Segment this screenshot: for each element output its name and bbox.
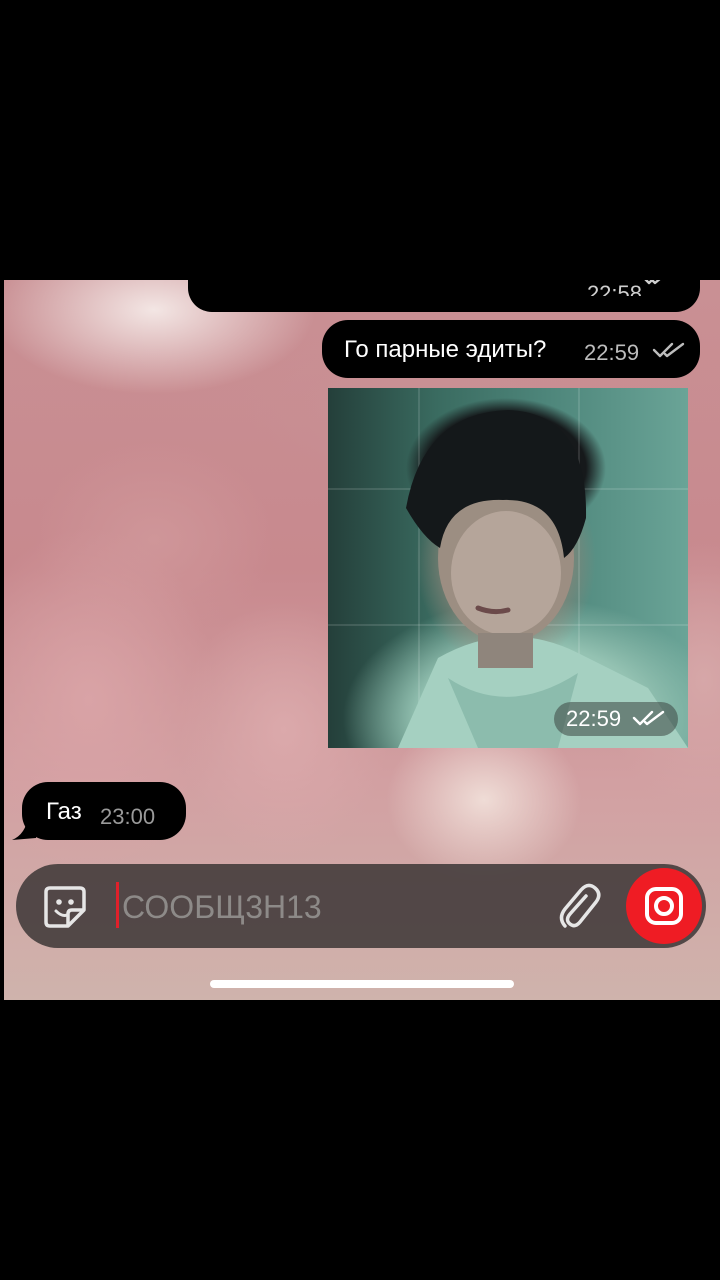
outgoing-photo[interactable]: 22:59	[328, 388, 688, 748]
photo-portrait	[398, 410, 688, 748]
camera-button[interactable]	[626, 868, 702, 944]
double-check-icon	[652, 342, 686, 363]
previous-message-time: 22:58	[586, 282, 642, 296]
chat-screen: 22:58 Го парные эдиты? 22:59 22:59 Газ 2…	[4, 280, 720, 1000]
photo-time: 22:59	[566, 706, 622, 731]
previous-message-bubble[interactable]: 22:58	[188, 280, 700, 312]
paperclip-icon[interactable]	[556, 882, 602, 937]
home-indicator[interactable]	[210, 980, 514, 988]
message-composer	[16, 864, 706, 948]
camera-icon	[643, 885, 685, 932]
message-time: 23:00	[100, 804, 156, 829]
outgoing-message-bubble[interactable]: Го парные эдиты? 22:59	[322, 320, 700, 378]
message-input[interactable]	[120, 884, 544, 930]
message-time: 22:59	[584, 340, 640, 365]
photo-time-pill: 22:59	[554, 702, 678, 736]
sticker-icon[interactable]	[40, 882, 90, 937]
text-cursor	[116, 882, 119, 928]
double-check-icon	[642, 280, 670, 290]
message-text: Газ	[46, 798, 82, 825]
incoming-message-bubble[interactable]: Газ 23:00	[22, 782, 186, 840]
message-text: Го парные эдиты?	[344, 336, 547, 363]
double-check-icon	[632, 710, 666, 731]
